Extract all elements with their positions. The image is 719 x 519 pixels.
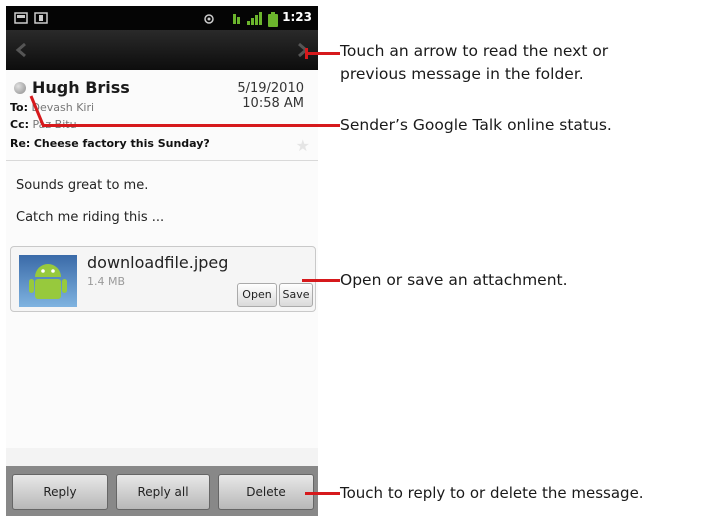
message-date: 5/19/2010	[237, 81, 304, 96]
delete-button[interactable]: Delete	[218, 474, 314, 510]
attachment-filename: downloadfile.jpeg	[87, 253, 229, 272]
attachment-callout-line	[302, 279, 340, 282]
subject-label: Re:	[10, 137, 31, 150]
save-attachment-button[interactable]: Save	[279, 283, 313, 307]
status-time: 1:23	[282, 10, 312, 24]
next-message-arrow-icon[interactable]	[292, 40, 312, 60]
status-bar: 1:23	[6, 6, 318, 30]
status-callout: Sender’s Google Talk online status.	[340, 116, 612, 134]
to-label: To:	[10, 101, 28, 114]
header-divider	[6, 160, 318, 161]
gps-icon	[204, 14, 214, 24]
arrows-callout-tick	[305, 48, 308, 59]
arrows-callout: Touch an arrow to read the next or previ…	[340, 40, 608, 86]
star-icon[interactable]: ★	[296, 136, 310, 155]
action-bar: Reply Reply all Delete	[6, 466, 318, 516]
status-callout-diagonal	[29, 95, 45, 126]
to-field: To: Devash Kiri	[10, 101, 94, 114]
reply-button[interactable]: Reply	[12, 474, 108, 510]
sender-name: Hugh Briss	[32, 78, 130, 97]
reply-all-button[interactable]: Reply all	[116, 474, 210, 510]
reply-callout-line	[305, 492, 340, 495]
previous-message-arrow-icon[interactable]	[12, 40, 32, 60]
cc-label: Cc:	[10, 118, 29, 131]
android-robot-icon	[29, 264, 67, 299]
status-callout-line	[42, 124, 340, 127]
battery-icon	[268, 12, 278, 27]
message-time: 10:58 AM	[242, 96, 304, 111]
sender-row: Hugh Briss 5/19/2010	[12, 78, 312, 98]
reply-callout: Touch to reply to or delete the message.	[340, 484, 644, 502]
arrows-callout-line1: Touch an arrow to read the next or	[340, 42, 609, 60]
arrows-callout-line	[306, 52, 340, 55]
attachment-size: 1.4 MB	[87, 275, 126, 288]
subject-text: Cheese factory this Sunday?	[33, 137, 210, 150]
data-activity-icon	[233, 14, 240, 24]
arrows-callout-line2: previous message in the folder.	[340, 65, 584, 83]
message-notification-icon	[14, 12, 28, 24]
sd-card-icon	[34, 12, 48, 24]
attachment-thumbnail	[19, 255, 77, 307]
body-line: Catch me riding this ...	[16, 210, 165, 225]
attachment-box: downloadfile.jpeg 1.4 MB Open Save	[10, 246, 316, 312]
phone-screen: 1:23 Hugh Briss 5/19/2010 10:58 AM To: D…	[6, 6, 318, 516]
subject-field: Re: Cheese factory this Sunday?	[10, 137, 210, 150]
signal-icon	[247, 12, 262, 25]
message-nav-bar	[6, 30, 318, 70]
body-line: Sounds great to me.	[16, 178, 149, 193]
attachment-callout: Open or save an attachment.	[340, 271, 568, 289]
presence-status-icon	[14, 82, 26, 94]
open-attachment-button[interactable]: Open	[237, 283, 277, 307]
